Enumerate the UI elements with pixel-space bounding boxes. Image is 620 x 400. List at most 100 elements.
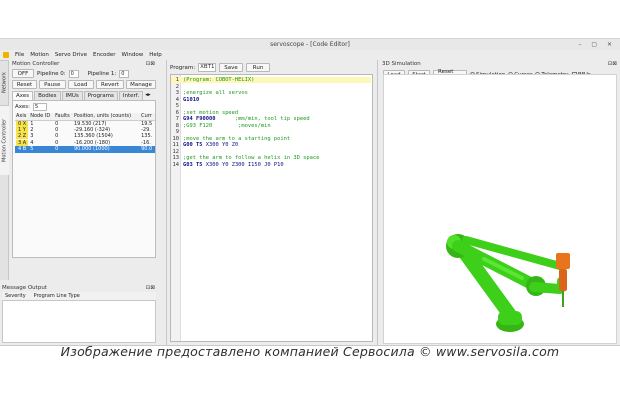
run-button[interactable]: Run: [246, 63, 271, 72]
code-editor-panel: Program: XBT1 Save Run 1 (Program: COBOT-…: [166, 60, 378, 345]
panel-float-close-icon[interactable]: ⊡⊠: [146, 60, 155, 68]
axis-name: 3 A: [16, 139, 29, 146]
line-number: 9: [175, 129, 179, 135]
line-number: 13: [172, 155, 180, 161]
axes-table: Axis Node ID Faults Position, units (cou…: [15, 113, 155, 153]
line-number: 11: [172, 142, 180, 148]
menu-bar: File Motion Servo Drive Encoder Window H…: [0, 50, 620, 59]
off-button[interactable]: OFF: [12, 69, 34, 78]
panel-title: 3D Simulation ⊡⊠: [380, 60, 620, 68]
pipeline1-field[interactable]: 0: [119, 69, 130, 78]
current: 90.0: [140, 146, 155, 153]
gcode-keyword: G03 T5: [183, 161, 203, 168]
tab-programs[interactable]: Programs: [83, 91, 118, 100]
simulation-title: 3D Simulation: [382, 61, 421, 67]
code-line[interactable]: 9: [171, 129, 371, 135]
pause-button[interactable]: Pause: [39, 80, 66, 89]
3d-viewport[interactable]: [383, 74, 617, 344]
tab-scroll-arrows-icon[interactable]: ◂▸: [144, 91, 152, 100]
code-line[interactable]: 2: [171, 84, 371, 90]
tab-interfaces[interactable]: Interf.: [118, 91, 144, 100]
panel-float-close-icon[interactable]: ⊡⊠: [608, 60, 617, 68]
pipeline1-label: Pipeline 1:: [87, 70, 117, 77]
code-text: ;get the arm to follow a helix in 3D spa…: [183, 155, 320, 161]
col-axis[interactable]: Axis: [15, 113, 30, 121]
program-label: Program:: [170, 64, 196, 71]
tab-axes[interactable]: Axes: [12, 91, 34, 100]
vtab-motion-controller[interactable]: Motion Controller: [0, 105, 9, 175]
manage-button[interactable]: Manage: [126, 80, 156, 89]
line-number: 7: [175, 116, 179, 122]
app-logo-icon: [3, 51, 9, 58]
watermark-text: Изображение предоставлено компанией Серв…: [60, 344, 560, 359]
panel-title: Message Output ⊡⊠: [0, 284, 158, 292]
revert-button[interactable]: Revert: [96, 80, 124, 89]
pipeline0-field[interactable]: 0: [68, 69, 79, 78]
axis-name: 0 X: [16, 120, 29, 127]
menu-motion[interactable]: Motion: [30, 52, 49, 58]
axes-count-spinbox[interactable]: 5: [32, 103, 47, 111]
code-line[interactable]: 3 ;energize all servos: [171, 90, 371, 96]
code-line[interactable]: 6 ;set motion speed: [171, 110, 371, 116]
col-severity[interactable]: Severity: [5, 293, 26, 299]
panel-float-close-icon[interactable]: ⊡⊠: [146, 284, 155, 292]
app-window: servoscope - [Code Editor] – ▢ ✕ File Mo…: [0, 38, 620, 346]
line-number: 12: [172, 148, 180, 155]
col-node-id[interactable]: Node ID: [29, 113, 55, 121]
tab-bodies[interactable]: Bodies: [34, 91, 61, 100]
col-position[interactable]: Position, units (counts): [72, 113, 141, 121]
code-line[interactable]: 4 G1010: [171, 97, 371, 103]
menu-file[interactable]: File: [15, 52, 24, 58]
code-line[interactable]: 8 ;G93 F120 ;moves/min: [171, 123, 371, 129]
code-line[interactable]: 13 ;get the arm to follow a helix in 3D s…: [171, 155, 371, 161]
menu-encoder[interactable]: Encoder: [93, 52, 116, 58]
load-button[interactable]: Load: [67, 80, 94, 89]
col-current[interactable]: Curr: [140, 113, 155, 121]
code-line[interactable]: 10 ;move the arm to a starting point: [171, 136, 371, 142]
panel-title: Motion Controller ⊡⊠: [10, 60, 158, 68]
code-text: ;set motion speed: [183, 109, 239, 116]
line-number: 8: [175, 122, 179, 129]
menu-help[interactable]: Help: [149, 52, 162, 58]
position: 90.000 (1000): [72, 146, 141, 153]
window-title: servoscope - [Code Editor]: [270, 41, 350, 48]
code-line[interactable]: 7 G94 F90000 ;mm/min, tool tip speed: [171, 116, 371, 122]
col-faults[interactable]: Faults: [54, 113, 73, 121]
simulation-panel: 3D Simulation ⊡⊠ Load Start Reset View S…: [380, 60, 620, 345]
axes-tab-body: Axes: 5 Axis Node ID Faults Position, un…: [12, 100, 156, 258]
code-text: ;G93 F120 ;moves/min: [183, 122, 271, 129]
menu-servo-drive[interactable]: Servo Drive: [55, 52, 87, 58]
gcode-args: X300 Y0 Z300 I150 J0 P10: [202, 161, 284, 168]
code-text: (Program: COBOT-HELIX): [183, 77, 255, 83]
code-line[interactable]: 11 G00 T5 X300 Y0 Z0: [171, 142, 371, 148]
message-list[interactable]: [2, 301, 156, 343]
save-button[interactable]: Save: [219, 63, 244, 72]
col-program-line-type[interactable]: Program Line Type: [34, 293, 80, 299]
pipeline-row: OFF Pipeline 0: 0 Pipeline 1: 0: [10, 68, 158, 79]
message-output-panel: Message Output ⊡⊠ Severity Program Line …: [0, 284, 158, 345]
axis-name: 4 B: [16, 146, 29, 153]
code-line[interactable]: 1 (Program: COBOT-HELIX): [171, 77, 371, 83]
program-name-field[interactable]: XBT1: [198, 63, 217, 72]
code-line[interactable]: 5: [171, 103, 371, 109]
tab-imus[interactable]: IMUs: [61, 91, 83, 100]
controller-tabs: Axes Bodies IMUs Programs Interf. ◂▸: [10, 90, 158, 100]
axis-name: 1 Y: [16, 126, 28, 133]
axes-count-row: Axes: 5: [15, 103, 153, 111]
code-line[interactable]: 14 G03 T5 X300 Y0 Z300 I150 J0 P10: [171, 162, 371, 168]
reset-button[interactable]: Reset: [12, 80, 37, 89]
code-text: ;energize all servos: [183, 90, 248, 96]
window-controls[interactable]: – ▢ ✕: [578, 39, 616, 50]
table-row-selected[interactable]: 4 B 5 0 90.000 (1000) 90.0: [15, 146, 155, 153]
code-text: G00 T5 X300 Y0 Z0: [180, 142, 238, 148]
line-number: 5: [175, 103, 179, 109]
code-line[interactable]: 12: [171, 149, 371, 155]
motion-controller-title: Motion Controller: [12, 61, 60, 67]
faults: 0: [54, 146, 73, 153]
vtab-network[interactable]: Network: [0, 60, 9, 104]
menu-window[interactable]: Window: [122, 52, 144, 58]
code-comment: ;mm/min, tool tip speed: [215, 116, 310, 122]
code-text: G1010: [183, 96, 200, 103]
code-text-area[interactable]: 1 (Program: COBOT-HELIX) 2 3 ;energize all s…: [170, 74, 373, 342]
line-number: 1: [175, 77, 179, 83]
